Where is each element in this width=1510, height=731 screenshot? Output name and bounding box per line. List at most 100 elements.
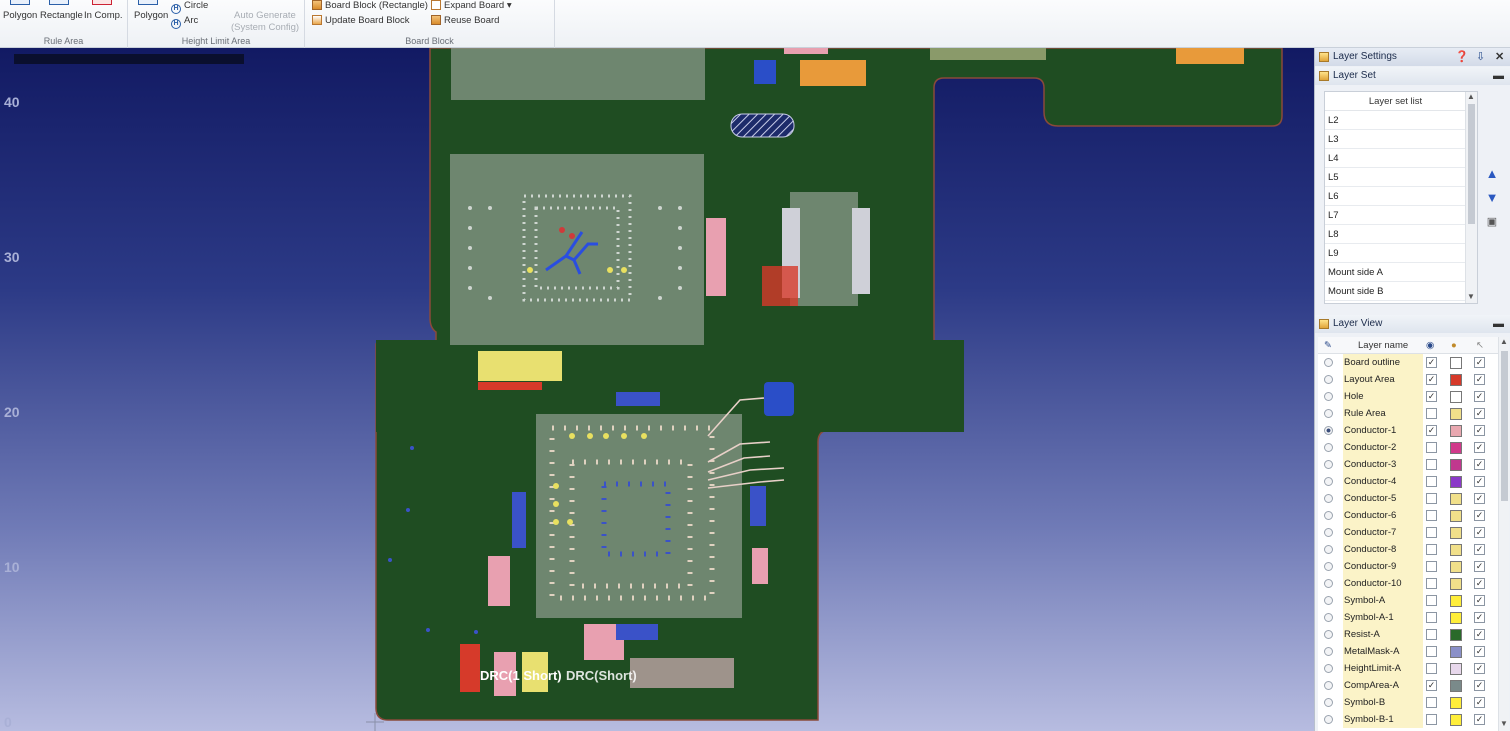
active-layer-radio[interactable]	[1324, 562, 1333, 571]
table-row[interactable]: Layout Area ✓ ✓	[1318, 371, 1498, 388]
layer-color-swatch[interactable]	[1450, 714, 1462, 726]
close-icon[interactable]: ✕	[1495, 48, 1504, 66]
visibility-checkbox[interactable]	[1426, 595, 1437, 606]
collapse-icon[interactable]: ▬	[1493, 67, 1504, 85]
table-row[interactable]: Conductor-2 ✓	[1318, 439, 1498, 456]
layer-color-swatch[interactable]	[1450, 442, 1462, 454]
selectable-checkbox[interactable]: ✓	[1474, 391, 1485, 402]
list-item[interactable]: L8	[1325, 225, 1466, 244]
table-row[interactable]: Symbol-A-1 ✓	[1318, 609, 1498, 626]
visibility-checkbox[interactable]	[1426, 663, 1437, 674]
layer-color-swatch[interactable]	[1450, 680, 1462, 692]
table-row[interactable]: Conductor-4 ✓	[1318, 473, 1498, 490]
visibility-checkbox[interactable]: ✓	[1426, 374, 1437, 385]
table-row[interactable]: MetalMask-A ✓	[1318, 643, 1498, 660]
visibility-checkbox[interactable]	[1426, 646, 1437, 657]
layer-color-swatch[interactable]	[1450, 663, 1462, 675]
update-board-block-button[interactable]: Update Board Block	[312, 15, 410, 26]
layer-color-swatch[interactable]	[1450, 561, 1462, 573]
help-icon[interactable]: ❓	[1455, 48, 1469, 66]
table-row[interactable]: Symbol-A ✓	[1318, 592, 1498, 609]
visibility-checkbox[interactable]	[1426, 527, 1437, 538]
visibility-checkbox[interactable]: ✓	[1426, 680, 1437, 691]
table-row[interactable]: Resist-A ✓	[1318, 626, 1498, 643]
table-row[interactable]: HeightLimit-A ✓	[1318, 660, 1498, 677]
active-layer-radio[interactable]	[1324, 596, 1333, 605]
table-row[interactable]: Symbol-B-1 ✓	[1318, 711, 1498, 728]
selectable-checkbox[interactable]: ✓	[1474, 527, 1485, 538]
rule-in-comp-button[interactable]: In Comp.	[84, 10, 123, 21]
table-row[interactable]: Conductor-5 ✓	[1318, 490, 1498, 507]
layer-color-swatch[interactable]	[1450, 595, 1462, 607]
list-item[interactable]: L6	[1325, 187, 1466, 206]
selectable-checkbox[interactable]: ✓	[1474, 510, 1485, 521]
selectable-checkbox[interactable]: ✓	[1474, 714, 1485, 725]
list-item[interactable]: Mount side A	[1325, 263, 1466, 282]
selectable-checkbox[interactable]: ✓	[1474, 357, 1485, 368]
layer-color-swatch[interactable]	[1450, 697, 1462, 709]
rule-rectangle-button[interactable]: Rectangle	[40, 10, 83, 21]
layer-color-swatch[interactable]	[1450, 510, 1462, 522]
layer-view-scrollbar[interactable]: ▲ ▼	[1498, 337, 1509, 731]
active-layer-radio[interactable]	[1324, 426, 1333, 435]
table-row[interactable]: Conductor-7 ✓	[1318, 524, 1498, 541]
scroll-thumb[interactable]	[1468, 104, 1475, 224]
active-layer-radio[interactable]	[1324, 647, 1333, 656]
active-layer-radio[interactable]	[1324, 443, 1333, 452]
height-polygon-button[interactable]: Polygon	[134, 10, 168, 21]
selectable-checkbox[interactable]: ✓	[1474, 544, 1485, 555]
rule-polygon-button[interactable]: Polygon	[3, 10, 37, 21]
active-layer-radio[interactable]	[1324, 358, 1333, 367]
selectable-checkbox[interactable]: ✓	[1474, 578, 1485, 589]
active-layer-radio[interactable]	[1324, 460, 1333, 469]
selectable-checkbox[interactable]: ✓	[1474, 493, 1485, 504]
selectable-checkbox[interactable]: ✓	[1474, 459, 1485, 470]
active-layer-radio[interactable]	[1324, 579, 1333, 588]
visibility-checkbox[interactable]	[1426, 578, 1437, 589]
table-row[interactable]: Conductor-8 ✓	[1318, 541, 1498, 558]
visibility-checkbox[interactable]	[1426, 493, 1437, 504]
visibility-checkbox[interactable]	[1426, 714, 1437, 725]
selectable-checkbox[interactable]: ✓	[1474, 408, 1485, 419]
selectable-checkbox[interactable]: ✓	[1474, 680, 1485, 691]
move-down-icon[interactable]: ▼	[1483, 189, 1501, 207]
collapse-icon[interactable]: ▬	[1493, 315, 1504, 333]
pin-icon[interactable]: ⇩	[1476, 48, 1485, 66]
selectable-checkbox[interactable]: ✓	[1474, 476, 1485, 487]
table-row[interactable]: CompArea-A ✓ ✓	[1318, 677, 1498, 694]
layer-color-swatch[interactable]	[1450, 425, 1462, 437]
visibility-checkbox[interactable]: ✓	[1426, 391, 1437, 402]
visibility-checkbox[interactable]	[1426, 612, 1437, 623]
height-circle-button[interactable]: H Circle	[171, 0, 208, 14]
active-layer-radio[interactable]	[1324, 528, 1333, 537]
layer-set-scrollbar[interactable]: ▲ ▼	[1465, 92, 1477, 303]
height-arc-button[interactable]: H Arc	[171, 15, 198, 29]
list-item[interactable]: L4	[1325, 149, 1466, 168]
visibility-checkbox[interactable]: ✓	[1426, 425, 1437, 436]
layer-color-swatch[interactable]	[1450, 391, 1462, 403]
layer-color-swatch[interactable]	[1450, 374, 1462, 386]
table-row[interactable]: Hole ✓ ✓	[1318, 388, 1498, 405]
active-layer-radio[interactable]	[1324, 715, 1333, 724]
layer-color-swatch[interactable]	[1450, 408, 1462, 420]
layer-color-swatch[interactable]	[1450, 527, 1462, 539]
visibility-checkbox[interactable]: ✓	[1426, 357, 1437, 368]
list-item[interactable]: Mount side B	[1325, 282, 1466, 301]
board-block-rect-button[interactable]: Board Block (Rectangle)	[312, 0, 428, 11]
active-layer-radio[interactable]	[1324, 681, 1333, 690]
list-item[interactable]: L7	[1325, 206, 1466, 225]
layer-color-swatch[interactable]	[1450, 493, 1462, 505]
scroll-up-icon[interactable]: ▲	[1500, 337, 1508, 346]
scroll-down-icon[interactable]: ▼	[1467, 292, 1475, 301]
visibility-checkbox[interactable]	[1426, 561, 1437, 572]
active-layer-radio[interactable]	[1324, 392, 1333, 401]
move-up-icon[interactable]: ▲	[1483, 165, 1501, 183]
save-icon[interactable]: ▣	[1483, 213, 1501, 231]
scroll-down-icon[interactable]: ▼	[1500, 719, 1508, 728]
selectable-checkbox[interactable]: ✓	[1474, 561, 1485, 572]
list-item[interactable]: L2	[1325, 111, 1466, 130]
active-layer-radio[interactable]	[1324, 375, 1333, 384]
table-row[interactable]: Rule Area ✓	[1318, 405, 1498, 422]
visibility-checkbox[interactable]	[1426, 697, 1437, 708]
list-item[interactable]: L9	[1325, 244, 1466, 263]
